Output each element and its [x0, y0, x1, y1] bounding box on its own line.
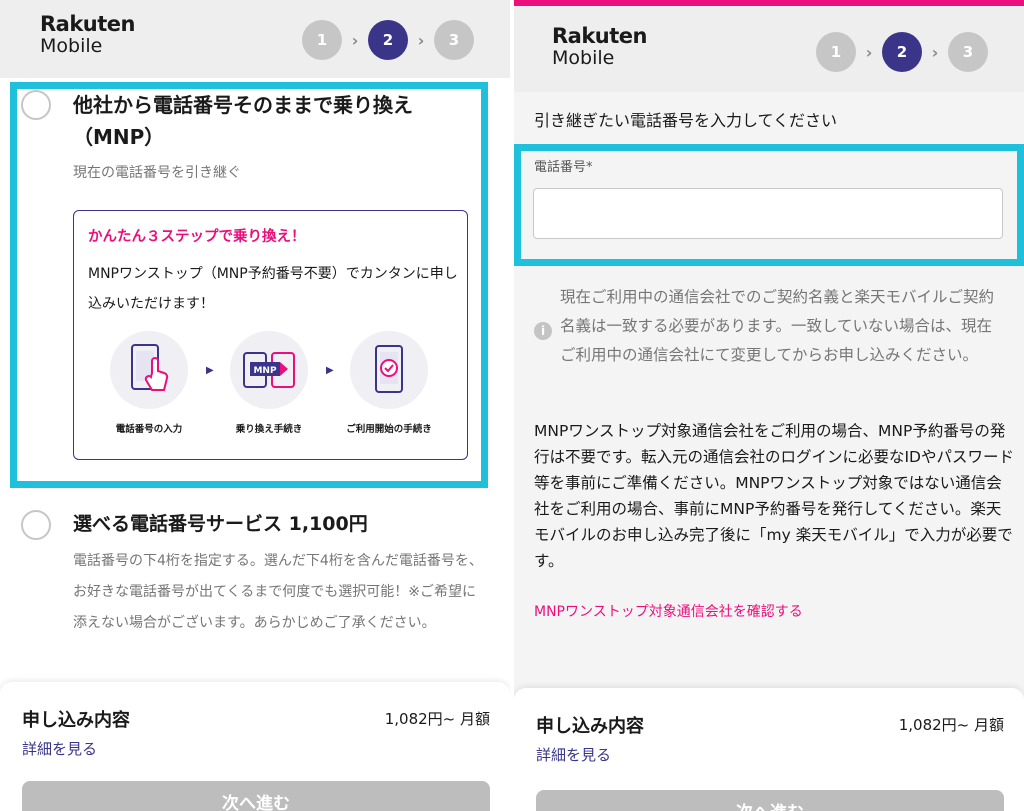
- step-2-active: 2: [368, 20, 408, 60]
- select-number-option-radio[interactable]: [21, 510, 51, 540]
- mnp-transfer-icon: MNP: [230, 331, 308, 409]
- mnp-steps-box-title: かんたん３ステップで乗り換え！: [88, 229, 306, 245]
- mnp-option-radio[interactable]: [21, 90, 51, 120]
- mnp-badge-text: MNP: [253, 366, 276, 376]
- mnp-onestop-carriers-link[interactable]: MNPワンストップ対象通信会社を確認する: [534, 601, 803, 621]
- select-number-option-description: 電話番号の下4桁を指定する。選んだ下4桁を含んだ電話番号を、お好きな電話番号が出…: [73, 553, 483, 631]
- mnp-step-label: 電話番号の入力: [115, 424, 183, 435]
- right-screen: Rakuten Mobile 1 › 2 › 3 引き継ぎたい電話番号を入力して…: [514, 0, 1024, 811]
- info-icon: i: [534, 322, 552, 340]
- rakuten-mobile-logo: Rakuten Mobile: [40, 12, 136, 57]
- phone-tap-icon: [110, 331, 188, 409]
- mnp-steps-box-text: MNPワンストップ（MNP予約番号不要）でカンタンに申し込みいただけます！: [88, 266, 458, 312]
- next-button[interactable]: 次へ進む: [536, 790, 1004, 811]
- summary-price: 1,082円~ 月額: [384, 710, 490, 728]
- details-link[interactable]: 詳細を見る: [22, 738, 97, 759]
- order-summary-bar: 申し込み内容 1,082円~ 月額 詳細を見る 次へ進む: [514, 688, 1024, 811]
- mnp-step-item: 電話番号の入力: [94, 331, 204, 435]
- mnp-option-title-line1[interactable]: 他社から電話番号そのままで乗り換え: [73, 89, 413, 121]
- contract-name-note: 現在ご利用中の通信会社でのご契約名義と楽天モバイルご契約名義は一致する必要があり…: [560, 288, 995, 364]
- phone-number-input[interactable]: [533, 188, 1003, 239]
- next-button[interactable]: 次へ進む: [22, 781, 490, 811]
- header: Rakuten Mobile 1 › 2 › 3: [0, 0, 510, 78]
- summary-price: 1,082円~ 月額: [898, 716, 1004, 734]
- step-3: 3: [948, 32, 988, 72]
- chevron-right-icon: ›: [931, 42, 939, 62]
- step-2-active: 2: [882, 32, 922, 72]
- progress-stepper: 1 › 2 › 3: [816, 32, 988, 72]
- summary-title: 申し込み内容: [22, 710, 130, 731]
- triangle-right-icon: ▶: [206, 365, 214, 376]
- progress-stepper: 1 › 2 › 3: [302, 20, 474, 60]
- summary-title: 申し込み内容: [536, 716, 644, 737]
- mnp-steps-row: 電話番号の入力 ▶ MNP 乗り換え手続き ▶ ご利用開始の手続き: [94, 331, 454, 441]
- left-screen: Rakuten Mobile 1 › 2 › 3 他社から電話番号そのままで乗り…: [0, 0, 510, 811]
- step-1: 1: [302, 20, 342, 60]
- triangle-right-icon: ▶: [326, 365, 334, 376]
- mnp-step-label: 乗り換え手続き: [235, 424, 303, 435]
- select-number-option-title[interactable]: 選べる電話番号サービス 1,100円: [73, 508, 368, 540]
- rakuten-mobile-logo: Rakuten Mobile: [552, 24, 648, 69]
- phone-number-label: 電話番号*: [534, 160, 593, 175]
- chevron-right-icon: ›: [351, 30, 359, 50]
- mnp-onestop-explanation: MNPワンストップ対象通信会社をご利用の場合、MNP予約番号の発行は不要です。転…: [534, 422, 1014, 570]
- step-3: 3: [434, 20, 474, 60]
- step-1: 1: [816, 32, 856, 72]
- mnp-step-item: ご利用開始の手続き: [334, 331, 444, 435]
- chevron-right-icon: ›: [417, 30, 425, 50]
- details-link[interactable]: 詳細を見る: [536, 744, 611, 765]
- mnp-option-subtitle: 現在の電話番号を引き継ぐ: [73, 165, 241, 181]
- phone-check-icon: [350, 331, 428, 409]
- logo-text-mobile: Mobile: [552, 47, 615, 69]
- mnp-steps-box: かんたん３ステップで乗り換え！ MNPワンストップ（MNP予約番号不要）でカンタ…: [73, 210, 468, 460]
- logo-text-rakuten: Rakuten: [552, 24, 648, 48]
- mnp-step-item: MNP 乗り換え手続き: [214, 331, 324, 435]
- mnp-step-label: ご利用開始の手続き: [346, 424, 432, 435]
- order-summary-bar: 申し込み内容 1,082円~ 月額 詳細を見る 次へ進む: [0, 682, 510, 811]
- logo-text-mobile: Mobile: [40, 35, 103, 57]
- mnp-option-title-line2[interactable]: （MNP）: [73, 121, 164, 153]
- logo-text-rakuten: Rakuten: [40, 12, 136, 36]
- chevron-right-icon: ›: [865, 42, 873, 62]
- phone-section-heading: 引き継ぎたい電話番号を入力してください: [534, 111, 838, 130]
- header: Rakuten Mobile 1 › 2 › 3: [514, 6, 1024, 92]
